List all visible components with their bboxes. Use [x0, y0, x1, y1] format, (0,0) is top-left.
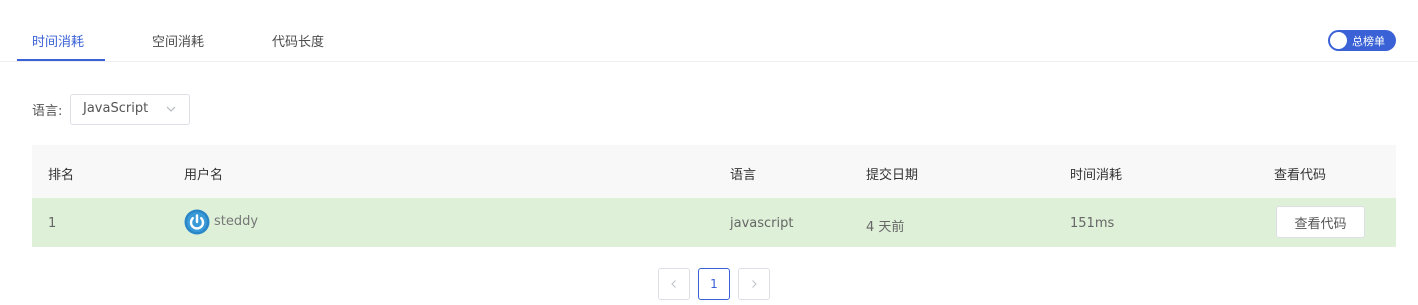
language-filter-label: 语言: — [32, 104, 63, 119]
tab-code-length[interactable]: 代码长度 — [272, 31, 324, 50]
language-select-value: JavaScript — [83, 101, 149, 116]
active-tab-indicator — [17, 59, 105, 61]
tab-space-consumption[interactable]: 空间消耗 — [152, 31, 204, 50]
username-link[interactable]: steddy — [214, 214, 258, 229]
leaderboard-table: 排名 用户名 语言 提交日期 时间消耗 查看代码 1 steddy javasc… — [32, 145, 1396, 247]
overall-leaderboard-toggle[interactable]: 总榜单 — [1328, 30, 1396, 51]
row-rank: 1 — [48, 216, 57, 231]
next-page-button[interactable] — [738, 268, 770, 300]
language-select[interactable]: JavaScript — [70, 94, 190, 125]
chevron-right-icon — [752, 280, 757, 288]
prev-page-button[interactable] — [658, 268, 690, 300]
toggle-knob — [1330, 32, 1347, 49]
table-header-row: 排名 用户名 语言 提交日期 时间消耗 查看代码 — [32, 145, 1396, 198]
page-number-button[interactable]: 1 — [698, 268, 730, 300]
header-time-consumption: 时间消耗 — [1070, 168, 1123, 183]
header-language: 语言 — [730, 168, 757, 183]
chevron-down-icon — [166, 106, 176, 112]
tab-time-consumption[interactable]: 时间消耗 — [32, 31, 84, 50]
avatar[interactable] — [184, 209, 210, 235]
table-row: 1 steddy javascript 4 天前 151ms 查看代码 — [32, 198, 1396, 247]
header-submit-date: 提交日期 — [866, 168, 919, 183]
toggle-label: 总榜单 — [1352, 35, 1385, 48]
header-rank: 排名 — [48, 168, 75, 183]
row-submit-date: 4 天前 — [866, 220, 905, 235]
view-code-button[interactable]: 查看代码 — [1276, 206, 1365, 238]
row-time-consumption: 151ms — [1070, 216, 1115, 231]
tab-bar: 时间消耗 空间消耗 代码长度 — [0, 0, 1418, 62]
row-language: javascript — [730, 216, 794, 231]
header-view-code: 查看代码 — [1274, 168, 1327, 183]
chevron-left-icon — [671, 280, 676, 288]
header-username: 用户名 — [184, 168, 224, 183]
